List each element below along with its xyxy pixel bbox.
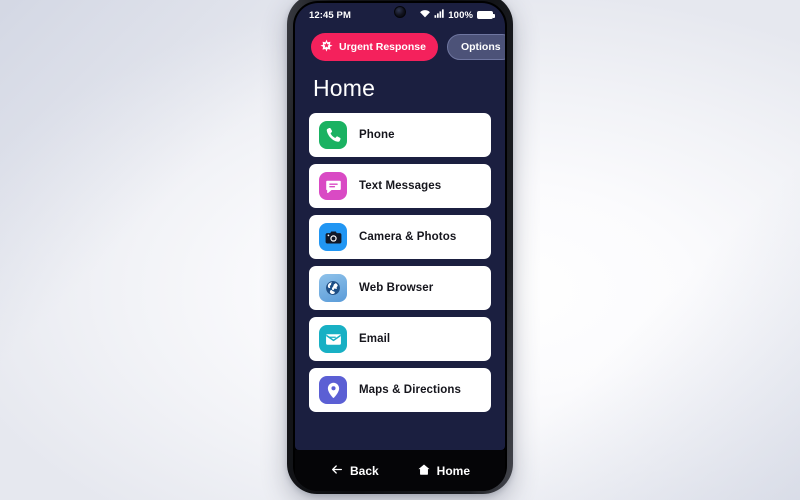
status-bar-indicators: 100%: [419, 9, 495, 21]
options-button[interactable]: Options: [446, 34, 505, 60]
home-button-label: Home: [436, 463, 471, 478]
list-item-text-messages[interactable]: Text Messages: [309, 164, 491, 208]
star-burst-icon: [320, 39, 333, 55]
phone-screen: 12:45 PM 100% Urgent Response Options Ho…: [295, 3, 505, 450]
list-item-web-browser[interactable]: Web Browser: [309, 266, 491, 310]
home-button[interactable]: Home: [413, 460, 474, 482]
list-item-label: Phone: [359, 129, 395, 141]
map-pin-icon: [319, 376, 347, 404]
battery-percent-label: 100%: [448, 9, 473, 21]
list-item-maps-directions[interactable]: Maps & Directions: [309, 368, 491, 412]
screenshot-canvas: 12:45 PM 100% Urgent Response Options Ho…: [0, 0, 800, 500]
back-button[interactable]: Back: [326, 460, 383, 482]
camera-icon: [319, 223, 347, 251]
list-item-label: Camera & Photos: [359, 231, 457, 243]
list-item-phone[interactable]: Phone: [309, 113, 491, 157]
list-item-email[interactable]: Email: [309, 317, 491, 361]
phone-handset-icon: [319, 121, 347, 149]
envelope-icon: [319, 325, 347, 353]
app-list: Phone Text Messages Camera & Photos Web …: [295, 113, 505, 412]
phone-device-frame: 12:45 PM 100% Urgent Response Options Ho…: [287, 0, 513, 494]
status-bar-time: 12:45 PM: [309, 9, 351, 21]
list-item-label: Email: [359, 333, 391, 345]
house-icon: [417, 463, 431, 479]
list-item-label: Maps & Directions: [359, 384, 462, 396]
list-item-label: Web Browser: [359, 282, 434, 294]
list-item-label: Text Messages: [359, 180, 442, 192]
arrow-left-icon: [330, 463, 344, 479]
bottom-navigation-bar: Back Home: [295, 450, 505, 491]
battery-full-icon: [477, 11, 495, 19]
back-button-label: Back: [349, 463, 379, 478]
wifi-icon: [419, 9, 431, 21]
page-title: Home: [313, 75, 376, 101]
top-action-row: Urgent Response Options: [295, 27, 505, 61]
urgent-response-label: Urgent Response: [339, 41, 426, 53]
globe-icon: [319, 274, 347, 302]
cellular-signal-icon: [434, 9, 444, 21]
list-item-camera-photos[interactable]: Camera & Photos: [309, 215, 491, 259]
phone-bezel: 12:45 PM 100% Urgent Response Options Ho…: [293, 1, 507, 491]
status-bar: 12:45 PM 100%: [295, 3, 505, 27]
urgent-response-button[interactable]: Urgent Response: [311, 33, 438, 61]
speech-bubble-icon: [319, 172, 347, 200]
